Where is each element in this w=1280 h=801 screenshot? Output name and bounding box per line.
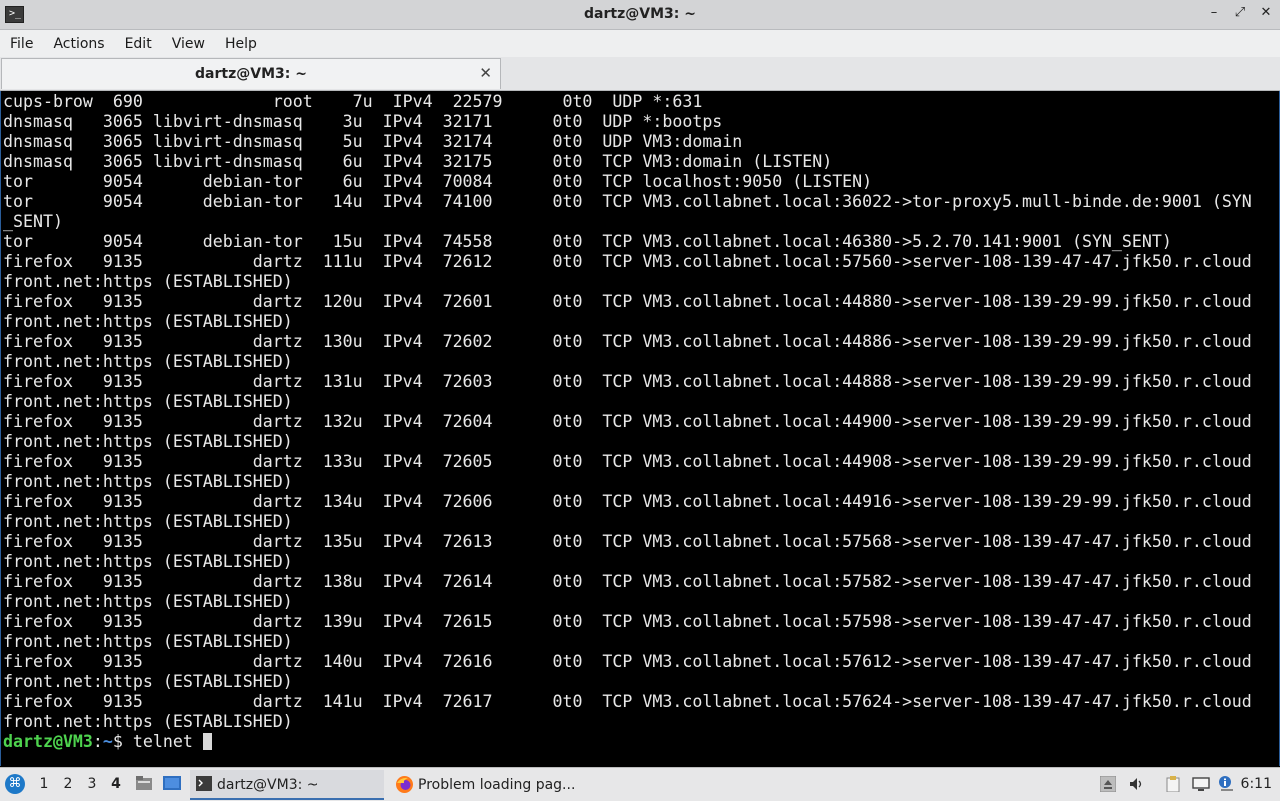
terminal-line: front.net:https (ESTABLISHED) <box>3 552 293 571</box>
terminal-line: tor 9054 debian-tor 6u IPv4 70084 0t0 TC… <box>3 172 873 191</box>
eject-icon[interactable] <box>1099 775 1117 793</box>
taskbar: ⌘ 1 2 3 4 dartz@VM3: ~ Problem loading p… <box>0 767 1280 801</box>
terminal-line: front.net:https (ESTABLISHED) <box>3 352 293 371</box>
menu-edit[interactable]: Edit <box>115 36 162 52</box>
task-firefox-label: Problem loading pag... <box>418 777 576 793</box>
text-cursor <box>202 733 212 750</box>
volume-icon[interactable] <box>1128 776 1144 792</box>
terminal-line: firefox 9135 dartz 141u IPv4 72617 0t0 T… <box>3 692 1252 711</box>
terminal-line: dnsmasq 3065 libvirt-dnsmasq 5u IPv4 321… <box>3 132 743 151</box>
menu-help[interactable]: Help <box>215 36 267 52</box>
file-manager-icon[interactable] <box>135 775 153 791</box>
minimize-button[interactable]: – <box>1208 5 1220 21</box>
terminal-line: dnsmasq 3065 libvirt-dnsmasq 3u IPv4 321… <box>3 112 723 131</box>
terminal-line: firefox 9135 dartz 130u IPv4 72602 0t0 T… <box>3 332 1252 351</box>
terminal-line: front.net:https (ESTABLISHED) <box>3 712 293 731</box>
tab-bar: dartz@VM3: ~ ✕ <box>0 57 1280 91</box>
terminal-line: firefox 9135 dartz 135u IPv4 72613 0t0 T… <box>3 532 1252 551</box>
clipboard-icon[interactable] <box>1165 776 1181 793</box>
tab-label: dartz@VM3: ~ <box>195 66 307 82</box>
workspace-2[interactable]: 2 <box>61 776 75 792</box>
terminal-line: front.net:https (ESTABLISHED) <box>3 392 293 411</box>
window-title: dartz@VM3: ~ <box>584 6 696 22</box>
terminal-line: front.net:https (ESTABLISHED) <box>3 312 293 331</box>
terminal-line: firefox 9135 dartz 140u IPv4 72616 0t0 T… <box>3 652 1252 671</box>
terminal-line: front.net:https (ESTABLISHED) <box>3 512 293 531</box>
terminal-line: tor 9054 debian-tor 15u IPv4 74558 0t0 T… <box>3 232 1172 251</box>
start-menu-icon[interactable]: ⌘ <box>5 774 25 794</box>
prompt-symbol: $ <box>112 732 123 751</box>
prompt-user-host: dartz@VM3 <box>3 732 93 751</box>
prompt-line[interactable]: dartz@VM3:~$ telnet <box>3 732 1252 752</box>
menu-bar: File Actions Edit View Help <box>0 30 1280 57</box>
menu-view[interactable]: View <box>162 36 215 52</box>
workspace-1[interactable]: 1 <box>37 776 51 792</box>
terminal-line: front.net:https (ESTABLISHED) <box>3 472 293 491</box>
task-terminal[interactable]: dartz@VM3: ~ <box>190 770 384 800</box>
terminal-line: front.net:https (ESTABLISHED) <box>3 592 293 611</box>
terminal-line: tor 9054 debian-tor 14u IPv4 74100 0t0 T… <box>3 192 1252 211</box>
close-button[interactable]: ✕ <box>1260 5 1272 21</box>
terminal-line: firefox 9135 dartz 120u IPv4 72601 0t0 T… <box>3 292 1252 311</box>
clock[interactable]: 6:11 <box>1241 776 1272 792</box>
terminal-line: front.net:https (ESTABLISHED) <box>3 632 293 651</box>
tab-close-icon[interactable]: ✕ <box>479 64 492 82</box>
maximize-button[interactable]: ⤢ <box>1234 5 1246 21</box>
info-notification-icon[interactable] <box>1218 776 1234 792</box>
menu-file[interactable]: File <box>0 36 43 52</box>
prompt-separator: : <box>92 732 103 751</box>
terminal-line: firefox 9135 dartz 111u IPv4 72612 0t0 T… <box>3 252 1252 271</box>
terminal-line: firefox 9135 dartz 131u IPv4 72603 0t0 T… <box>3 372 1252 391</box>
terminal-line: front.net:https (ESTABLISHED) <box>3 432 293 451</box>
terminal-icon <box>196 776 212 791</box>
tab-terminal[interactable]: dartz@VM3: ~ ✕ <box>1 58 501 89</box>
prompt-path: ~ <box>102 732 113 751</box>
terminal-line: firefox 9135 dartz 139u IPv4 72615 0t0 T… <box>3 612 1252 631</box>
terminal-line: firefox 9135 dartz 134u IPv4 72606 0t0 T… <box>3 492 1252 511</box>
workspace-4[interactable]: 4 <box>109 776 123 792</box>
terminal-line: front.net:https (ESTABLISHED) <box>3 272 293 291</box>
terminal-line: firefox 9135 dartz 138u IPv4 72614 0t0 T… <box>3 572 1252 591</box>
terminal-line: _SENT) <box>3 212 63 231</box>
prompt-command: telnet <box>122 732 203 751</box>
workspace-3[interactable]: 3 <box>85 776 99 792</box>
terminal-output[interactable]: cups-brow 690 root 7u IPv4 22579 0t0 UDP… <box>0 91 1280 766</box>
window-titlebar: >_ dartz@VM3: ~ – ⤢ ✕ <box>0 0 1280 30</box>
terminal-line: firefox 9135 dartz 132u IPv4 72604 0t0 T… <box>3 412 1252 431</box>
terminal-line: cups-brow 690 root 7u IPv4 22579 0t0 UDP… <box>3 92 703 111</box>
terminal-line: front.net:https (ESTABLISHED) <box>3 672 293 691</box>
show-desktop-icon[interactable] <box>163 775 181 791</box>
menu-actions[interactable]: Actions <box>43 36 114 52</box>
terminal-line: firefox 9135 dartz 133u IPv4 72605 0t0 T… <box>3 452 1252 471</box>
task-firefox[interactable]: Problem loading pag... <box>390 770 590 798</box>
terminal-line: dnsmasq 3065 libvirt-dnsmasq 6u IPv4 321… <box>3 152 833 171</box>
firefox-icon <box>396 776 413 793</box>
network-icon[interactable] <box>1192 776 1210 792</box>
task-terminal-label: dartz@VM3: ~ <box>217 777 319 793</box>
